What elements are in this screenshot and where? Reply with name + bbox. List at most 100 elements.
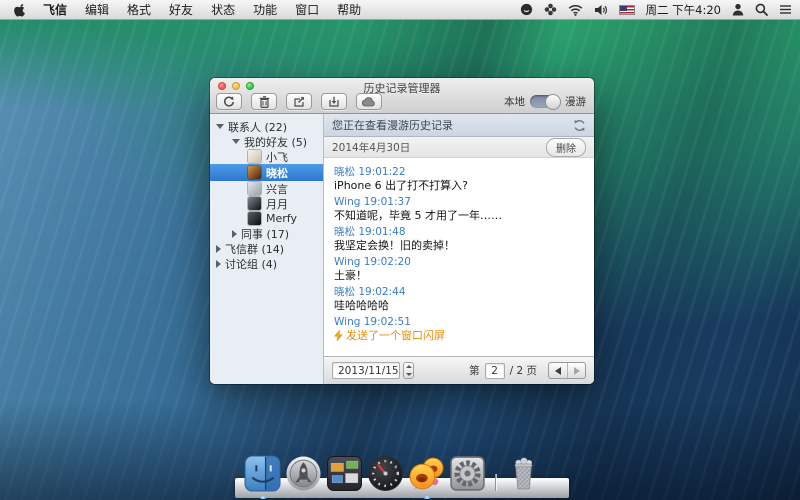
system-preferences-icon[interactable] (449, 455, 486, 492)
menu-item-7[interactable]: 窗口 (286, 0, 328, 20)
sidebar-item[interactable]: 讨论组 (4) (210, 256, 323, 271)
triangle-down-icon[interactable] (216, 124, 224, 129)
sidebar-item[interactable]: 我的好友 (5) (210, 134, 323, 149)
message-list: 晓松 19:01:22iPhone 6 出了打不打算入?Wing 19:01:3… (324, 158, 594, 356)
message-item: Wing 19:02:20土豪！ (334, 256, 584, 282)
local-roaming-toggle[interactable] (530, 95, 560, 108)
menu-items: 飞信编辑格式好友状态功能窗口帮助 (34, 0, 370, 20)
message-text: 哇哈哈哈哈 (334, 299, 584, 312)
input-flag-icon[interactable] (619, 5, 635, 15)
next-page-button[interactable] (567, 363, 585, 378)
sidebar-item[interactable]: 兴言 (210, 181, 323, 196)
sidebar-item-label: 月月 (266, 196, 288, 212)
dock (235, 448, 569, 500)
page-nav (548, 362, 586, 379)
menu-clock[interactable]: 周二 下午4:20 (646, 2, 721, 18)
triangle-right-icon[interactable] (232, 230, 237, 238)
sidebar-item[interactable]: 小飞 (210, 149, 323, 164)
lightning-icon (334, 330, 343, 341)
contact-avatar (248, 212, 261, 225)
sidebar-item[interactable]: 晓松 (210, 164, 323, 181)
menu-item-8[interactable]: 帮助 (328, 0, 370, 20)
finder-running-indicator (259, 496, 267, 499)
message-item: 晓松 19:02:44哇哈哈哈哈 (334, 286, 584, 312)
message-item: Wing 19:01:37不知道呢，毕竟 5 才用了一年…… (334, 196, 584, 222)
cloud-button[interactable] (356, 93, 382, 110)
main-pane: 您正在查看漫游历史记录 2014年4月30日 删除 晓松 19:01:22iPh… (324, 114, 594, 384)
notification-center-icon[interactable] (779, 4, 792, 15)
fetion-icon[interactable] (408, 455, 445, 492)
pagination: 第 2 / 2 页 (469, 362, 586, 379)
page-suffix: / 2 页 (510, 363, 537, 378)
dock-divider (495, 474, 496, 491)
message-sender-time: 晓松 19:02:44 (334, 286, 584, 298)
history-manager-window: 历史记录管理器 本地 漫游 联系人 (22)我的好 (210, 78, 594, 384)
sidebar-item[interactable]: 飞信群 (14) (210, 241, 323, 256)
apple-menu-icon[interactable] (8, 2, 34, 17)
sidebar-item-label: 小飞 (266, 149, 288, 165)
menu-bar: 飞信编辑格式好友状态功能窗口帮助 周二 下午4:20 (0, 0, 800, 20)
finder-icon[interactable] (244, 455, 281, 492)
sidebar-item[interactable]: Merfy (210, 211, 323, 226)
message-text: iPhone 6 出了打不打算入? (334, 179, 584, 192)
stepper-up-icon[interactable] (404, 363, 413, 371)
contact-avatar (248, 197, 261, 210)
menu-item-2[interactable]: 编辑 (76, 0, 118, 20)
trash-button[interactable] (251, 93, 277, 110)
storage-toggle-group: 本地 漫游 (504, 94, 586, 109)
date-picker-field[interactable]: 2013/11/15 (332, 362, 400, 379)
triangle-down-icon[interactable] (232, 139, 240, 144)
message-item: Wing 19:02:51 发送了一个窗口闪屏 (334, 316, 584, 342)
page-input[interactable]: 2 (485, 363, 505, 379)
delete-day-button[interactable]: 删除 (546, 138, 586, 157)
footer-bar: 2013/11/15 第 2 / 2 页 (324, 356, 594, 384)
wifi-icon[interactable] (568, 4, 583, 16)
message-text: 发送了一个窗口闪屏 (334, 329, 584, 342)
menu-item-3[interactable]: 格式 (118, 0, 160, 20)
menu-item-6[interactable]: 功能 (244, 0, 286, 20)
sidebar-item-label: 晓松 (266, 165, 288, 181)
date-header: 2014年4月30日 (332, 140, 410, 155)
menu-item-4[interactable]: 好友 (160, 0, 202, 20)
date-stepper[interactable] (403, 362, 414, 379)
user-icon[interactable] (732, 3, 744, 16)
fan-icon[interactable] (544, 3, 557, 16)
fetion-status-icon[interactable] (520, 3, 533, 16)
sidebar-item-label: 讨论组 (4) (225, 256, 277, 272)
mission-control-icon[interactable] (326, 455, 363, 492)
message-sender-time: Wing 19:02:20 (334, 256, 584, 268)
sidebar-item[interactable]: 同事 (17) (210, 226, 323, 241)
message-text: 我坚定会换！旧的卖掉！ (334, 239, 584, 252)
message-sender-time: Wing 19:01:37 (334, 196, 584, 208)
triangle-right-icon[interactable] (216, 245, 221, 253)
import-button[interactable] (321, 93, 347, 110)
launchpad-icon[interactable] (285, 455, 322, 492)
export-button[interactable] (286, 93, 312, 110)
sidebar-item-label: 同事 (17) (241, 226, 289, 242)
prev-page-button[interactable] (549, 363, 567, 378)
sidebar-item[interactable]: 月月 (210, 196, 323, 211)
volume-icon[interactable] (594, 4, 608, 16)
fetion-running-indicator (423, 496, 431, 499)
menu-item-5[interactable]: 状态 (202, 0, 244, 20)
toolbar: 本地 漫游 (216, 93, 586, 110)
toggle-right-label: 漫游 (565, 94, 586, 109)
sidebar-item-label: 联系人 (22) (228, 119, 287, 135)
sidebar-item-label: 我的好友 (5) (244, 134, 307, 150)
stepper-down-icon[interactable] (404, 371, 413, 379)
toggle-left-label: 本地 (504, 94, 525, 109)
sidebar-item-label: Merfy (266, 212, 297, 225)
message-sender-time: Wing 19:02:51 (334, 316, 584, 328)
dashboard-icon[interactable] (367, 455, 404, 492)
toggle-knob[interactable] (545, 94, 561, 110)
menu-item-1[interactable]: 飞信 (34, 0, 76, 20)
refresh-button[interactable] (216, 93, 242, 110)
page-prefix: 第 (469, 363, 480, 378)
sidebar-tree: 联系人 (22)我的好友 (5)小飞晓松兴言月月Merfy同事 (17)飞信群 … (210, 114, 324, 384)
refresh-history-icon[interactable] (573, 119, 586, 132)
trash-icon[interactable] (505, 455, 542, 492)
triangle-right-icon[interactable] (216, 260, 221, 268)
sidebar-item[interactable]: 联系人 (22) (210, 119, 323, 134)
window-header[interactable]: 历史记录管理器 本地 漫游 (210, 78, 594, 114)
spotlight-icon[interactable] (755, 3, 768, 16)
